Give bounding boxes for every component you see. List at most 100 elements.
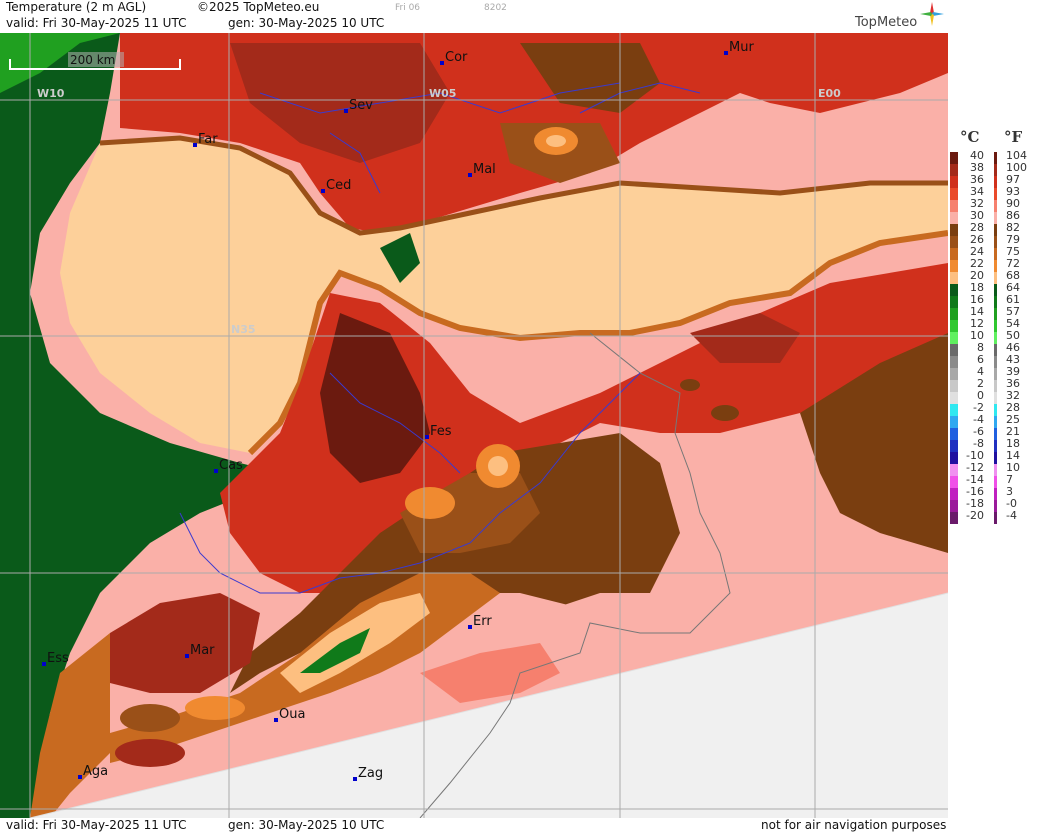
legend-swatch-f — [994, 380, 997, 392]
legend-swatch-f — [994, 440, 997, 452]
legend-tick-f: -4 — [1006, 509, 1017, 522]
legend-swatch-c — [950, 236, 958, 248]
footer-notice: not for air navigation purposes — [761, 818, 947, 832]
legend-swatch-c — [950, 212, 958, 224]
city-marker-icon — [724, 51, 728, 55]
legend-swatch-f — [994, 272, 997, 284]
city-label: Aga — [83, 764, 108, 779]
legend-swatch-f — [994, 404, 997, 416]
grid-label-n35: N35 — [231, 323, 256, 336]
city-label: Fes — [430, 424, 452, 439]
legend-swatch-f — [994, 368, 997, 380]
city-marker-icon — [353, 777, 357, 781]
city-zag: Zag — [353, 766, 383, 781]
legend-swatch-f — [994, 344, 997, 356]
legend-swatch-c — [950, 176, 958, 188]
brand-name: TopMeteo — [855, 15, 918, 30]
legend-swatch-c — [950, 248, 958, 260]
unit-fahrenheit: °F — [1004, 128, 1023, 146]
legend-swatch-f — [994, 188, 997, 200]
legend-swatch-c — [950, 356, 958, 368]
city-sev: Sev — [344, 98, 373, 113]
day-tag: Fri 06 — [395, 3, 421, 13]
city-marker-icon — [274, 718, 278, 722]
city-marker-icon — [321, 189, 325, 193]
valid-time: valid: Fri 30-May-2025 11 UTC — [6, 16, 187, 30]
city-mur: Mur — [724, 40, 754, 55]
city-cas: Cas — [214, 458, 243, 473]
city-label: Mar — [190, 643, 215, 658]
city-ess: Ess — [42, 651, 69, 666]
legend-swatch-f — [994, 416, 997, 428]
temperature-map[interactable]: W10 W05 E00 N35 200 km Cor Mur Sev Far Mal Ce… — [0, 33, 948, 818]
legend-swatch-c — [950, 440, 958, 452]
grid-label-e00: E00 — [818, 87, 841, 100]
legend-swatch-f — [994, 224, 997, 236]
legend-swatch-f — [994, 428, 997, 440]
legend-swatch-c — [950, 320, 958, 332]
city-label: Ess — [47, 651, 69, 666]
city-mar: Mar — [185, 643, 215, 658]
run-code: 8202 — [484, 3, 507, 13]
legend-swatch-f — [994, 488, 997, 500]
city-label: Cas — [219, 458, 243, 473]
legend-swatch-f — [994, 212, 997, 224]
legend-swatch-f — [994, 248, 997, 260]
city-marker-icon — [214, 469, 218, 473]
legend-swatch-f — [994, 164, 997, 176]
legend-swatch-c — [950, 200, 958, 212]
city-label: Ced — [326, 178, 351, 193]
legend-swatch-c — [950, 392, 958, 404]
legend-swatch-c — [950, 188, 958, 200]
legend-swatch-f — [994, 464, 997, 476]
legend-swatch-c — [950, 452, 958, 464]
temperature-legend: °C °F 4038363432302826242220181614121086… — [950, 128, 1027, 524]
city-marker-icon — [185, 654, 189, 658]
legend-swatch-c — [950, 368, 958, 380]
copyright: ©2025 TopMeteo.eu — [197, 0, 320, 14]
legend-swatch-f — [994, 296, 997, 308]
legend-swatch-c — [950, 164, 958, 176]
legend-swatch-c — [950, 272, 958, 284]
city-label: Sev — [349, 98, 373, 113]
legend-swatch-f — [994, 284, 997, 296]
compass-logo-icon — [920, 2, 944, 26]
legend-swatch-c — [950, 380, 958, 392]
legend-swatch-f — [994, 200, 997, 212]
legend-swatch-f — [994, 452, 997, 464]
city-label: Cor — [445, 50, 468, 65]
legend-swatch-c — [950, 416, 958, 428]
legend-swatch-f — [994, 332, 997, 344]
legend-swatch-c — [950, 308, 958, 320]
city-marker-icon — [78, 775, 82, 779]
legend-swatch-f — [994, 392, 997, 404]
legend-color-scale: 4038363432302826242220181614121086420-2-… — [950, 149, 1027, 524]
legend-swatch-f — [994, 236, 997, 248]
city-marker-icon — [425, 435, 429, 439]
city-marker-icon — [468, 625, 472, 629]
legend-swatch-c — [950, 284, 958, 296]
city-label: Mur — [729, 40, 754, 55]
legend-swatch-c — [950, 404, 958, 416]
city-label: Far — [198, 132, 218, 147]
city-label: Mal — [473, 162, 496, 177]
legend-swatch-f — [994, 176, 997, 188]
legend-swatch-c — [950, 500, 958, 512]
city-marker-icon — [193, 143, 197, 147]
scale-label: 200 km — [70, 53, 115, 67]
unit-celsius: °C — [960, 128, 980, 146]
legend-swatch-c — [950, 512, 958, 524]
legend-tick-c: -20 — [966, 509, 984, 522]
legend-swatch-f — [994, 308, 997, 320]
city-mal: Mal — [468, 162, 496, 177]
legend-swatch-f — [994, 476, 997, 488]
legend-swatch-c — [950, 260, 958, 272]
grid-label-w10: W10 — [37, 87, 65, 100]
grid-label-w05: W05 — [429, 87, 456, 100]
legend-swatch-f — [994, 512, 997, 524]
city-label: Err — [473, 614, 492, 629]
city-marker-icon — [468, 173, 472, 177]
city-marker-icon — [344, 109, 348, 113]
footer-generated-time: gen: 30-May-2025 10 UTC — [228, 818, 385, 832]
legend-swatch-c — [950, 224, 958, 236]
